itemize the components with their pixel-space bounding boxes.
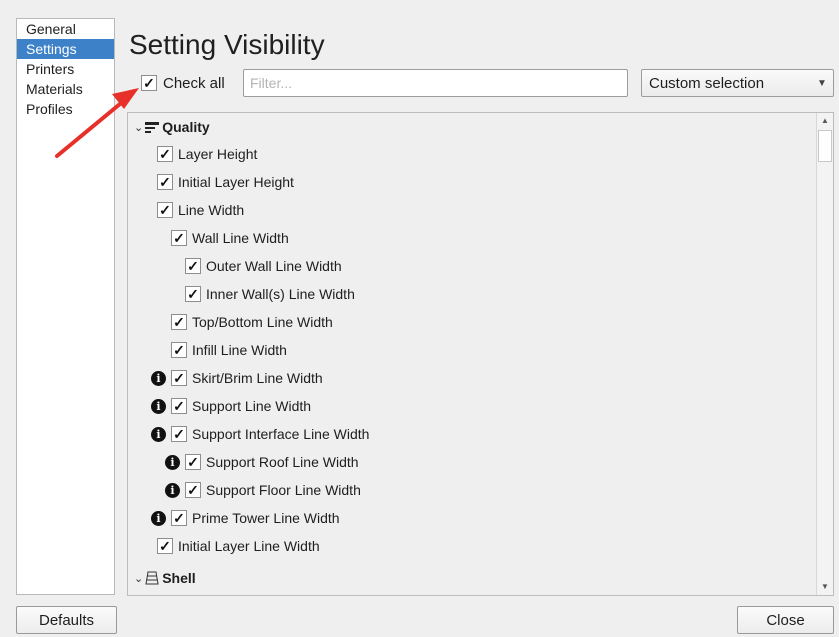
setting-checkbox[interactable]: ✓ (171, 314, 187, 330)
setting-label: Infill Line Width (192, 342, 287, 358)
check-all-label: Check all (163, 74, 225, 92)
scroll-thumb[interactable] (818, 130, 832, 162)
setting-label: Line Width (178, 202, 245, 218)
sidebar-item-general[interactable]: General (17, 19, 114, 39)
setting-label: Support Floor Line Width (206, 482, 361, 498)
category-quality[interactable]: ⌄ Quality (134, 116, 210, 138)
scroll-down-icon[interactable]: ▼ (817, 579, 833, 595)
setting-label: Wall Line Width (192, 230, 289, 246)
info-icon[interactable]: i (151, 398, 166, 414)
setting-row[interactable]: ✓ Layer Height (157, 143, 257, 165)
sidebar-item-materials[interactable]: Materials (17, 79, 114, 99)
setting-label: Top/Bottom Line Width (192, 314, 333, 330)
sidebar-item-profiles[interactable]: Profiles (17, 99, 114, 119)
category-label: Quality (162, 119, 210, 135)
setting-row[interactable]: i ✓ Support Roof Line Width (165, 451, 359, 473)
setting-row[interactable]: ✓ Initial Layer Height (157, 171, 294, 193)
filter-input[interactable] (243, 69, 628, 97)
setting-label: Skirt/Brim Line Width (192, 370, 323, 386)
setting-checkbox[interactable]: ✓ (171, 426, 187, 442)
setting-row[interactable]: i ✓ Skirt/Brim Line Width (151, 367, 323, 389)
check-all-control[interactable]: ✓ Check all (141, 72, 225, 94)
chevron-down-icon: ▼ (817, 77, 827, 89)
dropdown-selected-value: Custom selection (649, 74, 765, 92)
setting-row[interactable]: i ✓ Support Floor Line Width (165, 479, 361, 501)
settings-list[interactable]: ⌄ Quality ✓ Layer Height ✓ Initial Layer… (127, 112, 834, 596)
setting-row[interactable]: i ✓ Support Line Width (151, 395, 311, 417)
chevron-down-icon[interactable]: ⌄ (134, 572, 143, 585)
scroll-up-icon[interactable]: ▲ (817, 113, 833, 129)
category-shell[interactable]: ⌄ Shell (134, 567, 196, 589)
close-button[interactable]: Close (737, 606, 834, 634)
setting-checkbox[interactable]: ✓ (185, 286, 201, 302)
setting-checkbox[interactable]: ✓ (185, 454, 201, 470)
setting-label: Support Interface Line Width (192, 426, 370, 442)
setting-checkbox[interactable]: ✓ (185, 482, 201, 498)
page-title: Setting Visibility (129, 29, 325, 60)
setting-row[interactable]: ✓ Inner Wall(s) Line Width (185, 283, 355, 305)
setting-checkbox[interactable]: ✓ (185, 258, 201, 274)
setting-label: Prime Tower Line Width (192, 510, 340, 526)
setting-label: Support Line Width (192, 398, 312, 414)
visibility-preset-dropdown[interactable]: Custom selection ▼ (641, 69, 834, 97)
setting-row[interactable]: ✓ Infill Line Width (171, 339, 287, 361)
setting-row[interactable]: ✓ Outer Wall Line Width (185, 255, 342, 277)
setting-checkbox[interactable]: ✓ (171, 510, 187, 526)
setting-row[interactable]: ✓ Line Width (157, 199, 244, 221)
sidebar-item-printers[interactable]: Printers (17, 59, 114, 79)
setting-row[interactable]: ✓ Initial Layer Line Width (157, 535, 320, 557)
setting-checkbox[interactable]: ✓ (171, 342, 187, 358)
setting-checkbox[interactable]: ✓ (157, 174, 173, 190)
setting-label: Inner Wall(s) Line Width (206, 286, 355, 302)
shell-icon (145, 571, 159, 585)
setting-checkbox[interactable]: ✓ (171, 370, 187, 386)
setting-row[interactable]: i ✓ Support Interface Line Width (151, 423, 369, 445)
setting-label: Support Roof Line Width (206, 454, 359, 470)
setting-label: Initial Layer Height (178, 174, 294, 190)
setting-row[interactable]: ✓ Wall Line Width (171, 227, 289, 249)
setting-checkbox[interactable]: ✓ (171, 398, 187, 414)
preferences-sidebar: General Settings Printers Materials Prof… (16, 18, 115, 595)
info-icon[interactable]: i (151, 426, 166, 442)
setting-checkbox[interactable]: ✓ (157, 202, 173, 218)
chevron-down-icon[interactable]: ⌄ (134, 121, 143, 134)
setting-checkbox[interactable]: ✓ (157, 146, 173, 162)
check-all-checkbox[interactable]: ✓ (141, 75, 157, 91)
setting-row[interactable]: ✓ Top/Bottom Line Width (171, 311, 333, 333)
setting-checkbox[interactable]: ✓ (171, 230, 187, 246)
setting-label: Initial Layer Line Width (178, 538, 320, 554)
info-icon[interactable]: i (165, 482, 180, 498)
settings-scrollbar[interactable]: ▲ ▼ (816, 113, 833, 595)
info-icon[interactable]: i (165, 454, 180, 470)
setting-checkbox[interactable]: ✓ (157, 538, 173, 554)
info-icon[interactable]: i (151, 510, 166, 526)
quality-icon (145, 121, 160, 133)
defaults-button[interactable]: Defaults (16, 606, 117, 634)
setting-label: Layer Height (178, 146, 258, 162)
setting-label: Outer Wall Line Width (206, 258, 342, 274)
setting-row[interactable]: i ✓ Prime Tower Line Width (151, 507, 340, 529)
sidebar-item-settings[interactable]: Settings (17, 39, 114, 59)
info-icon[interactable]: i (151, 370, 166, 386)
category-label: Shell (162, 570, 196, 586)
